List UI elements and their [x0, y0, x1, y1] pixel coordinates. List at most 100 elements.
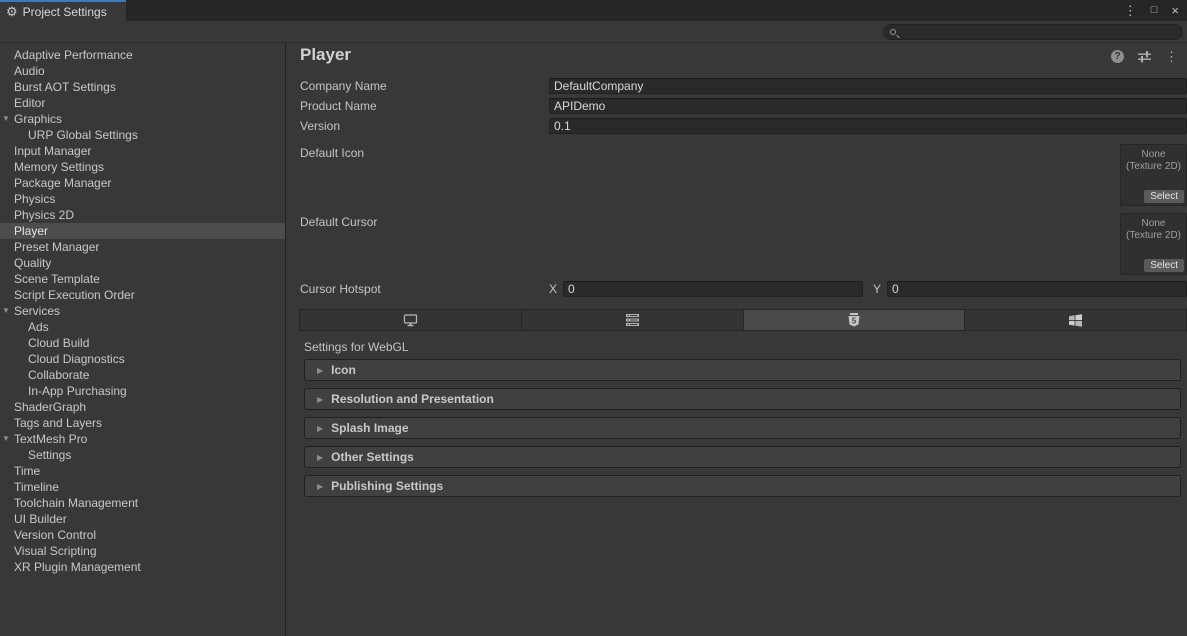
- sidebar-item-graphics[interactable]: ▼ Graphics: [0, 111, 285, 127]
- sidebar-item-in-app-purchasing[interactable]: In-App Purchasing: [0, 383, 285, 399]
- sidebar-item-label: Physics: [14, 192, 55, 206]
- product-name-input[interactable]: [549, 98, 1187, 114]
- sidebar-item-label: URP Global Settings: [28, 128, 138, 142]
- sidebar-item-textmesh-pro[interactable]: ▼ TextMesh Pro: [0, 431, 285, 447]
- default-cursor-texture-slot[interactable]: None (Texture 2D) Select: [1120, 213, 1187, 275]
- section-publishing-settings[interactable]: ▶ Publishing Settings: [304, 475, 1181, 497]
- sidebar-item-label: Burst AOT Settings: [14, 80, 116, 94]
- sidebar-item-xr-plugin-management[interactable]: XR Plugin Management: [0, 559, 285, 575]
- sidebar-item-preset-manager[interactable]: Preset Manager: [0, 239, 285, 255]
- sidebar-item-time[interactable]: Time: [0, 463, 285, 479]
- sidebar-item-label: Time: [14, 464, 40, 478]
- sidebar-item-adaptive-performance[interactable]: Adaptive Performance: [0, 47, 285, 63]
- company-name-label: Company Name: [300, 79, 549, 93]
- help-icon[interactable]: ?: [1111, 50, 1124, 63]
- sidebar-item-label: ShaderGraph: [14, 400, 86, 414]
- sidebar-item-label: Player: [14, 224, 48, 238]
- window-tab-project-settings[interactable]: ⚙ Project Settings: [0, 0, 126, 21]
- search-box[interactable]: [883, 24, 1183, 40]
- tab-webgl[interactable]: 5: [744, 310, 966, 330]
- foldout-triangle-icon[interactable]: ▶: [317, 482, 323, 491]
- foldout-triangle-icon[interactable]: ▼: [2, 303, 10, 319]
- sidebar-item-tags-and-layers[interactable]: Tags and Layers: [0, 415, 285, 431]
- sidebar-item-collaborate[interactable]: Collaborate: [0, 367, 285, 383]
- sidebar-item-services[interactable]: ▼ Services: [0, 303, 285, 319]
- hotspot-x-input[interactable]: [563, 281, 863, 297]
- cursor-hotspot-row: Cursor Hotspot X Y: [300, 280, 1187, 298]
- toolbar: [0, 21, 1187, 43]
- default-cursor-select-button[interactable]: Select: [1144, 259, 1184, 272]
- window-tab-title: Project Settings: [23, 5, 107, 19]
- section-splash-image[interactable]: ▶ Splash Image: [304, 417, 1181, 439]
- sidebar-item-urp-global-settings[interactable]: URP Global Settings: [0, 127, 285, 143]
- sidebar-item-player[interactable]: Player: [0, 223, 285, 239]
- maximize-icon[interactable]: □: [1151, 5, 1158, 16]
- section-label: Icon: [331, 363, 356, 377]
- more-menu-icon[interactable]: ⋮: [1165, 50, 1178, 63]
- tab-windows[interactable]: [965, 310, 1186, 330]
- sidebar-item-scene-template[interactable]: Scene Template: [0, 271, 285, 287]
- presets-icon[interactable]: [1137, 50, 1152, 63]
- sidebar-item-quality[interactable]: Quality: [0, 255, 285, 271]
- tab-dedicated-server[interactable]: [522, 310, 744, 330]
- sidebar-item-editor[interactable]: Editor: [0, 95, 285, 111]
- default-icon-select-button[interactable]: Select: [1144, 190, 1184, 203]
- sidebar-item-label: Services: [14, 304, 60, 318]
- cursor-hotspot-label: Cursor Hotspot: [300, 282, 549, 296]
- sidebar-item-settings[interactable]: Settings: [0, 447, 285, 463]
- foldout-triangle-icon[interactable]: ▶: [317, 366, 323, 375]
- sidebar-item-shadergraph[interactable]: ShaderGraph: [0, 399, 285, 415]
- sidebar-item-label: Physics 2D: [14, 208, 74, 222]
- section-resolution-and-presentation[interactable]: ▶ Resolution and Presentation: [304, 388, 1181, 410]
- sidebar-item-timeline[interactable]: Timeline: [0, 479, 285, 495]
- version-input[interactable]: [549, 118, 1187, 134]
- default-icon-texture-slot[interactable]: None (Texture 2D) Select: [1120, 144, 1187, 206]
- search-input[interactable]: [896, 26, 1182, 38]
- sidebar-item-version-control[interactable]: Version Control: [0, 527, 285, 543]
- sidebar-item-memory-settings[interactable]: Memory Settings: [0, 159, 285, 175]
- settings-sections: ▶ Icon ▶ Resolution and Presentation ▶ S…: [304, 359, 1181, 504]
- sidebar-item-physics-2d[interactable]: Physics 2D: [0, 207, 285, 223]
- sidebar-item-label: Cloud Build: [28, 336, 89, 350]
- sidebar-item-physics[interactable]: Physics: [0, 191, 285, 207]
- section-other-settings[interactable]: ▶ Other Settings: [304, 446, 1181, 468]
- sidebar-item-label: TextMesh Pro: [14, 432, 87, 446]
- hotspot-x-label: X: [549, 282, 557, 296]
- foldout-triangle-icon[interactable]: ▼: [2, 111, 10, 127]
- section-label: Splash Image: [331, 421, 408, 435]
- sidebar-item-audio[interactable]: Audio: [0, 63, 285, 79]
- sidebar-item-visual-scripting[interactable]: Visual Scripting: [0, 543, 285, 559]
- foldout-triangle-icon[interactable]: ▶: [317, 395, 323, 404]
- section-label: Other Settings: [331, 450, 414, 464]
- sidebar-item-cloud-diagnostics[interactable]: Cloud Diagnostics: [0, 351, 285, 367]
- sidebar-item-input-manager[interactable]: Input Manager: [0, 143, 285, 159]
- section-icon[interactable]: ▶ Icon: [304, 359, 1181, 381]
- sidebar-item-cloud-build[interactable]: Cloud Build: [0, 335, 285, 351]
- texture-none-text: None (Texture 2D): [1121, 149, 1186, 173]
- foldout-triangle-icon[interactable]: ▶: [317, 453, 323, 462]
- sidebar-item-label: Ads: [28, 320, 49, 334]
- hotspot-y-input[interactable]: [887, 281, 1187, 297]
- sidebar-item-label: Preset Manager: [14, 240, 99, 254]
- hotspot-y-label: Y: [873, 282, 881, 296]
- page-title: Player: [300, 45, 351, 65]
- close-icon[interactable]: ×: [1171, 4, 1179, 17]
- search-icon: [890, 29, 896, 35]
- tab-standalone[interactable]: [300, 310, 522, 330]
- monitor-icon: [403, 314, 418, 327]
- sidebar-list: Adaptive Performance Audio Burst AOT Set…: [0, 47, 285, 575]
- sidebar-item-label: XR Plugin Management: [14, 560, 141, 574]
- sidebar-item-ads[interactable]: Ads: [0, 319, 285, 335]
- foldout-triangle-icon[interactable]: ▶: [317, 424, 323, 433]
- sidebar-item-label: Memory Settings: [14, 160, 104, 174]
- sidebar-item-package-manager[interactable]: Package Manager: [0, 175, 285, 191]
- sidebar-item-toolchain-management[interactable]: Toolchain Management: [0, 495, 285, 511]
- company-name-input[interactable]: [549, 78, 1187, 94]
- foldout-triangle-icon[interactable]: ▼: [2, 431, 10, 447]
- sidebar-item-burst-aot-settings[interactable]: Burst AOT Settings: [0, 79, 285, 95]
- sidebar-item-ui-builder[interactable]: UI Builder: [0, 511, 285, 527]
- sidebar-item-label: Collaborate: [28, 368, 89, 382]
- sidebar-item-label: Adaptive Performance: [14, 48, 133, 62]
- window-menu-icon[interactable]: ⋮: [1124, 4, 1137, 17]
- sidebar-item-script-execution-order[interactable]: Script Execution Order: [0, 287, 285, 303]
